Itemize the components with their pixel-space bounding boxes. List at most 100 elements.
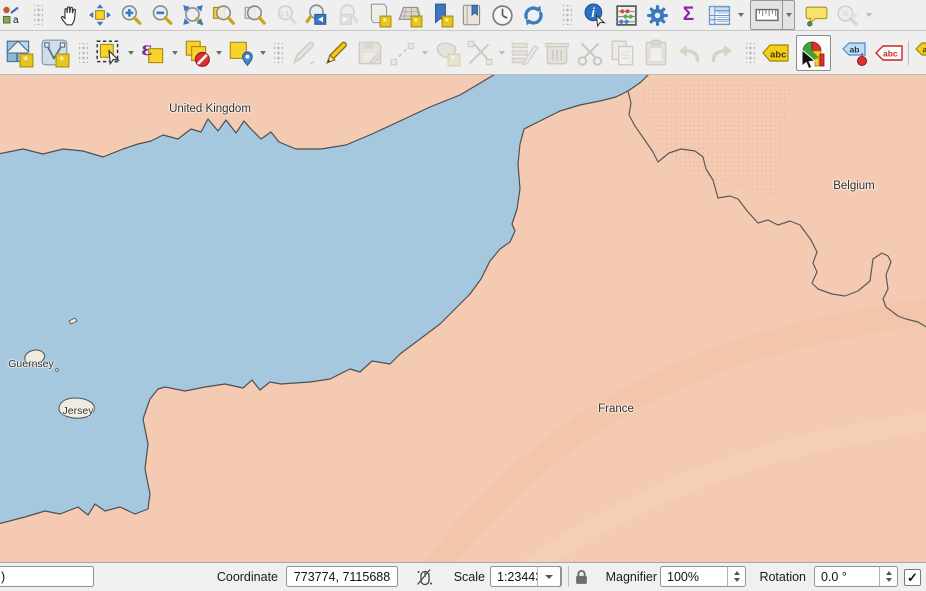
new-mesh-layer-button[interactable]: * [2, 35, 35, 71]
highlight-pinned-labels-button[interactable]: abc [872, 35, 905, 71]
select-location-dropdown[interactable] [257, 40, 268, 66]
show-bookmarks-button[interactable] [456, 1, 487, 29]
vertex-tool-button[interactable] [463, 35, 496, 71]
select-features-dropdown[interactable] [125, 40, 136, 66]
svg-text:abc: abc [883, 48, 898, 58]
select-expression-dropdown[interactable] [169, 40, 180, 66]
zoom-in-button[interactable] [115, 1, 146, 29]
pan-to-selection-button[interactable] [84, 1, 115, 29]
pan-map-button[interactable] [53, 1, 84, 29]
zoom-full-button[interactable] [177, 1, 208, 29]
paste-features-button[interactable] [639, 35, 672, 71]
highlight-labels-icon: abc [874, 39, 904, 67]
new-bookmark-icon: * [428, 2, 454, 28]
move-label-button[interactable]: ab [912, 35, 926, 71]
magnifier-spinbox[interactable]: 100% [660, 566, 746, 587]
toggle-editing-button[interactable] [320, 35, 353, 71]
magnifier-value: 100% [667, 570, 699, 584]
zoom-out-button[interactable] [146, 1, 177, 29]
svg-text:ab: ab [922, 44, 926, 54]
select-by-location-button[interactable] [224, 35, 257, 71]
toolbar-handle[interactable] [274, 43, 283, 63]
new-virtual-layer-icon: * [40, 38, 70, 68]
toggle-extents-button[interactable] [415, 563, 434, 591]
new-map-view-button[interactable]: * [363, 1, 394, 29]
toolbar-handle[interactable] [34, 5, 43, 25]
new-virtual-layer-button[interactable]: * [38, 35, 71, 71]
map-canvas[interactable]: United Kingdom Belgium France Guernsey J… [0, 75, 926, 562]
zoom-native-button[interactable]: 1:1 [270, 1, 301, 29]
zoom-in-icon [119, 3, 143, 27]
zoom-to-layer-button[interactable] [239, 1, 270, 29]
cut-features-button[interactable] [573, 35, 606, 71]
zoom-next-button[interactable] [332, 1, 363, 29]
symbology-fragment-icon[interactable]: a [0, 1, 22, 29]
move-label-icon: ab [914, 39, 926, 67]
render-checkmark: ✓ [904, 569, 921, 586]
locator-search-input[interactable]: ) [0, 566, 94, 587]
toolbar-handle[interactable] [563, 5, 572, 25]
zoom-next-icon [336, 3, 360, 27]
modify-attributes-button[interactable] [507, 35, 540, 71]
move-feature-button[interactable]: * [430, 35, 463, 71]
svg-text:1:1: 1:1 [280, 11, 289, 18]
sum-features-button[interactable]: Σ [673, 1, 704, 29]
attribute-table-dropdown[interactable] [735, 2, 746, 28]
zoom-last-button[interactable] [301, 1, 332, 29]
select-expression-icon: ε [138, 38, 168, 68]
layer-labeling-options-button[interactable]: abc [759, 35, 792, 71]
statistical-summary-button[interactable] [611, 1, 642, 29]
search-settings-dropdown[interactable] [863, 2, 874, 28]
measure-dropdown[interactable] [783, 0, 795, 30]
pin-labels-button[interactable]: ab [839, 35, 872, 71]
copy-features-button[interactable] [606, 35, 639, 71]
zoom-full-icon [181, 3, 205, 27]
current-edits-button[interactable] [287, 35, 320, 71]
processing-toolbox-button[interactable] [642, 1, 673, 29]
magnifier-spin-buttons[interactable] [727, 567, 745, 586]
redo-button[interactable] [705, 35, 738, 71]
vertex-tool-icon [465, 38, 495, 68]
trash-icon [542, 38, 572, 68]
deselect-dropdown[interactable] [213, 40, 224, 66]
undo-button[interactable] [672, 35, 705, 71]
open-attribute-table-button[interactable] [704, 1, 735, 29]
digitize-dropdown[interactable] [419, 40, 430, 66]
deselect-features-button[interactable] [180, 35, 213, 71]
current-edits-icon [289, 38, 319, 68]
delete-selected-button[interactable] [540, 35, 573, 71]
refresh-map-button[interactable] [518, 1, 549, 29]
new-map-view-icon: * [366, 2, 392, 28]
islet-herm [56, 369, 59, 372]
scale-dropdown[interactable] [537, 566, 561, 587]
labeling-abc-icon: abc [761, 39, 791, 67]
lock-scale-button[interactable] [574, 563, 589, 591]
pin-labels-icon: ab [841, 39, 871, 67]
toolbar-handle[interactable] [746, 43, 755, 63]
map-label-belgium: Belgium [833, 180, 875, 192]
rotation-spin-buttons[interactable] [879, 567, 897, 586]
temporal-controller-button[interactable] [487, 1, 518, 29]
zoom-to-selection-button[interactable] [208, 1, 239, 29]
identify-features-button[interactable]: i [580, 1, 611, 29]
move-feature-icon: * [432, 38, 462, 68]
select-by-expression-button[interactable]: ε [136, 35, 169, 71]
digitize-line-button[interactable] [386, 35, 419, 71]
measure-line-button[interactable] [750, 0, 783, 30]
map-tips-button[interactable] [801, 1, 832, 29]
render-checkbox[interactable]: ✓ [904, 568, 921, 586]
select-features-button[interactable] [92, 35, 125, 71]
zoom-last-icon [305, 3, 329, 27]
coordinate-input[interactable]: 773774, 7115688 [286, 566, 398, 587]
abacus-icon [614, 3, 639, 28]
zoom-native-icon: 1:1 [274, 3, 298, 27]
vertex-tool-dropdown[interactable] [496, 40, 507, 66]
save-edits-button[interactable] [353, 35, 386, 71]
new-3d-map-view-button[interactable]: * [394, 1, 425, 29]
toolbar-handle[interactable] [79, 43, 88, 63]
rotation-spinbox[interactable]: 0.0 ° [814, 566, 898, 587]
search-settings-button[interactable] [832, 1, 863, 29]
scale-label: Scale [443, 563, 485, 591]
new-spatial-bookmark-button[interactable]: * [425, 1, 456, 29]
scissors-icon [575, 38, 605, 68]
